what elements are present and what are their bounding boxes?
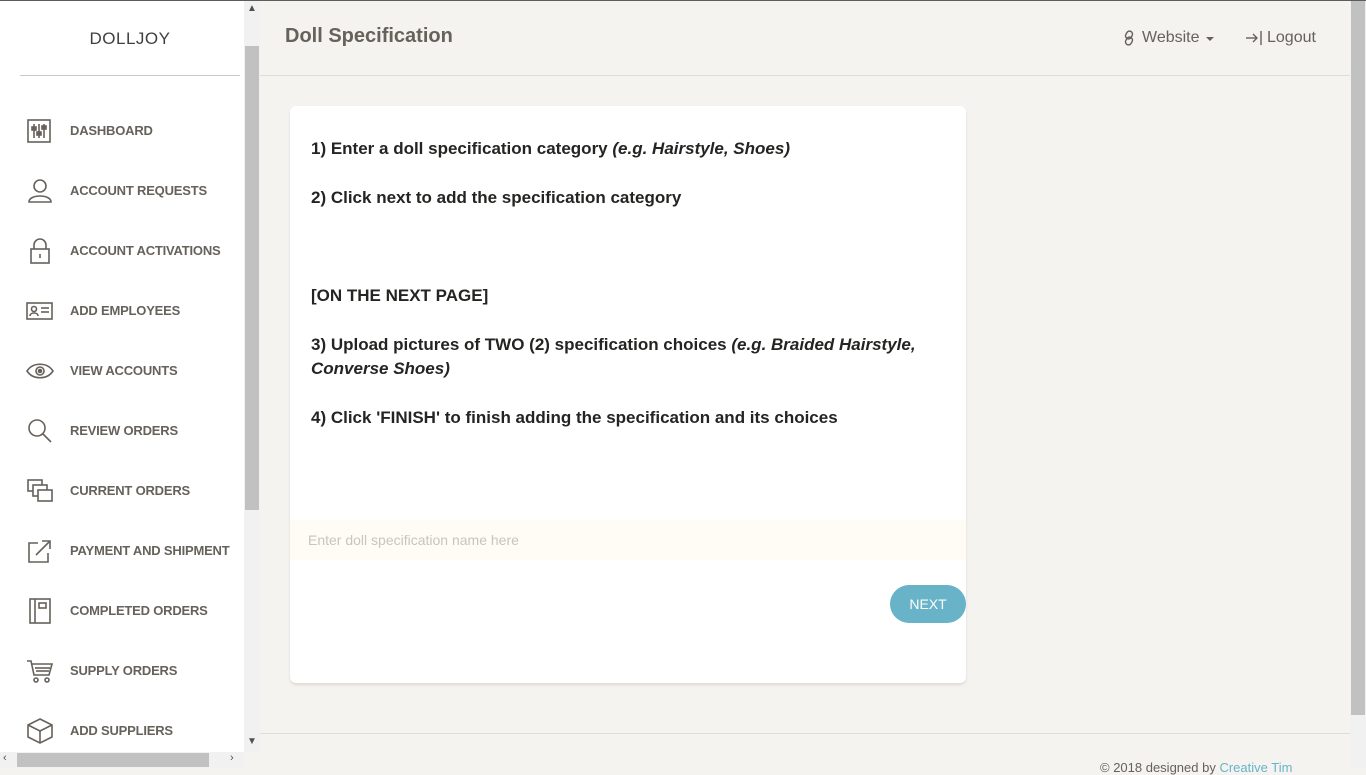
sidebar-item-add-suppliers[interactable]: ADD SUPPLIERS — [0, 711, 244, 751]
step-3-text: 3) Upload pictures of TWO (2) specificat… — [311, 335, 732, 354]
next-button[interactable]: NEXT — [890, 585, 966, 623]
sidebar-item-label: VIEW ACCOUNTS — [70, 363, 178, 378]
scrollbar-thumb[interactable] — [17, 753, 209, 767]
scroll-right-arrow-icon[interactable]: › — [230, 752, 234, 764]
logout-icon — [1246, 31, 1262, 45]
page-title: Doll Specification — [285, 25, 453, 47]
top-navbar: Doll Specification Website Logout — [260, 1, 1350, 76]
sidebar-item-dashboard[interactable]: DASHBOARD — [0, 111, 244, 151]
cart-icon — [26, 658, 54, 684]
logout-link[interactable]: Logout — [1245, 29, 1316, 47]
sidebar-item-label: CURRENT ORDERS — [70, 483, 190, 498]
sidebar-item-label: ADD EMPLOYEES — [70, 303, 181, 318]
sidebar-item-current-orders[interactable]: CURRENT ORDERS — [0, 471, 244, 511]
sidebar-item-label: PAYMENT AND SHIPMENT — [70, 543, 230, 558]
sidebar-item-add-employees[interactable]: ADD EMPLOYEES — [0, 291, 244, 331]
instruction-step-3: 3) Upload pictures of TWO (2) specificat… — [311, 333, 951, 381]
sidebar-item-account-activations[interactable]: ACCOUNT ACTIVATIONS — [0, 231, 244, 271]
box-icon — [26, 718, 54, 744]
sidebar-item-payment-and-shipment[interactable]: PAYMENT AND SHIPMENT — [0, 531, 244, 571]
sidebar-item-supply-orders[interactable]: SUPPLY ORDERS — [0, 651, 244, 691]
sidebar-item-label: COMPLETED ORDERS — [70, 603, 208, 618]
sidebar-item-label: DASHBOARD — [70, 123, 153, 138]
step-1-example: (e.g. Hairstyle, Shoes) — [612, 139, 790, 158]
dashboard-sliders-icon — [26, 118, 54, 144]
instruction-step-4: 4) Click 'FINISH' to finish adding the s… — [311, 408, 838, 427]
sidebar: DOLLJOY DASHBOARD ACCOUNT REQUESTS ACCOU… — [0, 1, 244, 752]
website-dropdown[interactable]: Website — [1122, 29, 1214, 47]
link-icon — [1124, 30, 1134, 46]
specification-card: 1) Enter a doll specification category (… — [290, 106, 966, 683]
sidebar-item-label: ACCOUNT REQUESTS — [70, 183, 207, 198]
caret-down-icon — [1205, 37, 1214, 41]
website-label: Website — [1142, 29, 1200, 46]
footer-divider — [260, 733, 1350, 734]
instruction-step-2: 2) Click next to add the specification c… — [311, 188, 682, 207]
step-1-text: 1) Enter a doll specification category — [311, 139, 613, 158]
sidebar-item-label: REVIEW ORDERS — [70, 423, 178, 438]
share-icon — [26, 538, 54, 564]
logo-divider — [20, 75, 240, 76]
eye-icon — [26, 358, 54, 384]
scroll-left-arrow-icon[interactable]: ‹ — [3, 752, 7, 764]
sidebar-item-view-accounts[interactable]: VIEW ACCOUNTS — [0, 351, 244, 391]
scrollbar-thumb[interactable] — [1351, 1, 1365, 715]
instruction-step-1: 1) Enter a doll specification category (… — [311, 137, 951, 161]
search-icon — [26, 418, 54, 444]
next-page-label: [ON THE NEXT PAGE] — [311, 286, 489, 305]
sidebar-horizontal-scrollbar[interactable]: ‹ › — [0, 752, 244, 768]
spec-name-input[interactable] — [290, 520, 966, 560]
layers-icon — [26, 478, 54, 504]
sidebar-item-label: SUPPLY ORDERS — [70, 663, 178, 678]
sidebar-item-completed-orders[interactable]: COMPLETED ORDERS — [0, 591, 244, 631]
sidebar-item-label: ADD SUPPLIERS — [70, 723, 173, 738]
scroll-up-arrow-icon[interactable]: ▲ — [247, 3, 257, 14]
page-vertical-scrollbar[interactable] — [1350, 1, 1366, 768]
logout-label: Logout — [1267, 29, 1316, 46]
scrollbar-thumb[interactable] — [245, 46, 259, 510]
sidebar-item-review-orders[interactable]: REVIEW ORDERS — [0, 411, 244, 451]
id-card-icon — [26, 298, 54, 324]
sidebar-item-label: ACCOUNT ACTIVATIONS — [70, 243, 221, 258]
sidebar-vertical-scrollbar[interactable]: ▲ ▼ — [244, 1, 260, 752]
lock-icon — [26, 238, 54, 264]
user-icon — [26, 178, 54, 204]
scroll-down-arrow-icon[interactable]: ▼ — [247, 736, 257, 747]
sidebar-item-account-requests[interactable]: ACCOUNT REQUESTS — [0, 171, 244, 211]
notebook-icon — [26, 598, 54, 624]
brand-logo[interactable]: DOLLJOY — [0, 29, 244, 49]
